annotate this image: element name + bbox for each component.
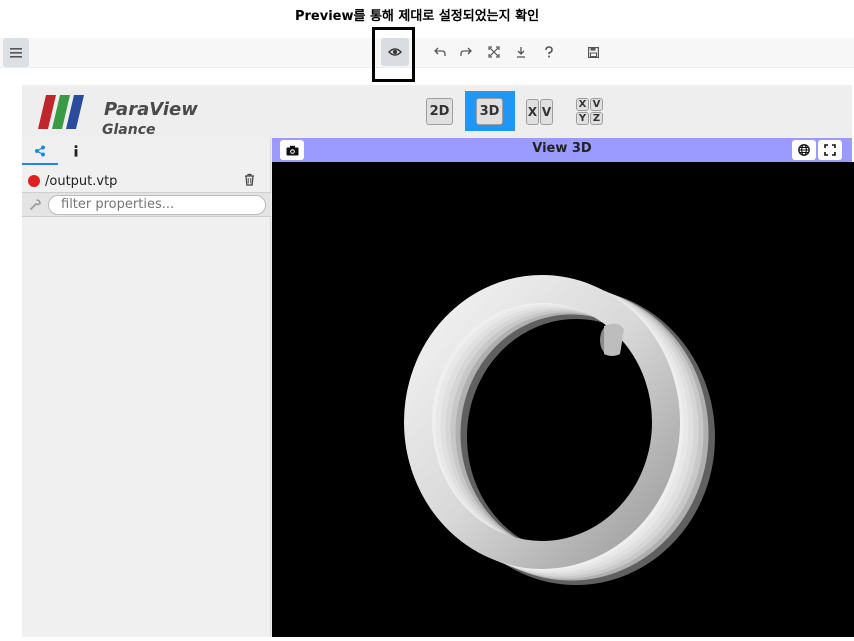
dataset-color-dot[interactable]: [28, 175, 40, 187]
annotation-caption: Preview를 통해 제대로 설정되었는지 확인: [294, 9, 540, 24]
tab-pipeline[interactable]: [22, 137, 58, 165]
save-icon: [587, 46, 599, 58]
logo-title: ParaView: [104, 99, 198, 120]
axis-grid-y[interactable]: Y: [576, 112, 589, 125]
menu-icon: [10, 47, 22, 58]
filter-bar: [22, 192, 271, 217]
redo-button[interactable]: [454, 40, 478, 64]
share-icon: [35, 145, 45, 157]
view-header: View 3D: [272, 138, 852, 162]
globe-icon: [798, 144, 810, 156]
preview-button[interactable]: [381, 38, 409, 66]
undo-button[interactable]: [428, 40, 452, 64]
active-tab-indicator: [22, 163, 58, 165]
dataset-item[interactable]: /output.vtp: [22, 170, 271, 192]
reset-camera-button[interactable]: [482, 40, 506, 64]
orientation-button[interactable]: [792, 140, 816, 160]
coil-tube-render: [404, 275, 715, 585]
view-title: View 3D: [532, 141, 592, 156]
axis-x-button[interactable]: X: [526, 99, 539, 125]
axis-grid-z[interactable]: Z: [590, 112, 603, 125]
help-button[interactable]: [537, 40, 561, 64]
menu-button[interactable]: [3, 38, 29, 67]
wrench-icon: [22, 198, 48, 211]
render-view-3d[interactable]: [272, 162, 854, 637]
paraview-logo: ParaView Glance: [36, 93, 198, 138]
undo-icon: [434, 47, 446, 56]
panel-tabs: [22, 137, 270, 165]
view-2d-button[interactable]: 2D: [426, 98, 453, 125]
top-toolbar: [0, 38, 854, 68]
reset-camera-icon: [488, 46, 500, 58]
filter-properties-input[interactable]: [48, 194, 266, 215]
help-icon: [545, 46, 553, 58]
axis-grid-x[interactable]: X: [576, 98, 589, 111]
redo-icon: [460, 47, 472, 56]
axis-v-button[interactable]: V: [540, 99, 553, 125]
left-panel: /output.vtp: [22, 137, 271, 637]
view-3d-button[interactable]: 3D: [476, 98, 503, 125]
paraview-logo-stripes: [38, 95, 84, 129]
save-state-button[interactable]: [581, 40, 605, 64]
fullscreen-icon: [824, 144, 836, 156]
trash-icon[interactable]: [244, 173, 255, 186]
eye-icon: [388, 48, 402, 56]
download-icon: [517, 47, 525, 58]
fullscreen-button[interactable]: [818, 140, 842, 160]
dataset-name: /output.vtp: [45, 173, 118, 189]
tab-info[interactable]: [58, 137, 94, 165]
logo-subtitle: Glance: [102, 122, 156, 138]
download-button[interactable]: [509, 40, 533, 64]
info-icon: [74, 145, 78, 157]
axis-grid-v[interactable]: V: [590, 98, 603, 111]
